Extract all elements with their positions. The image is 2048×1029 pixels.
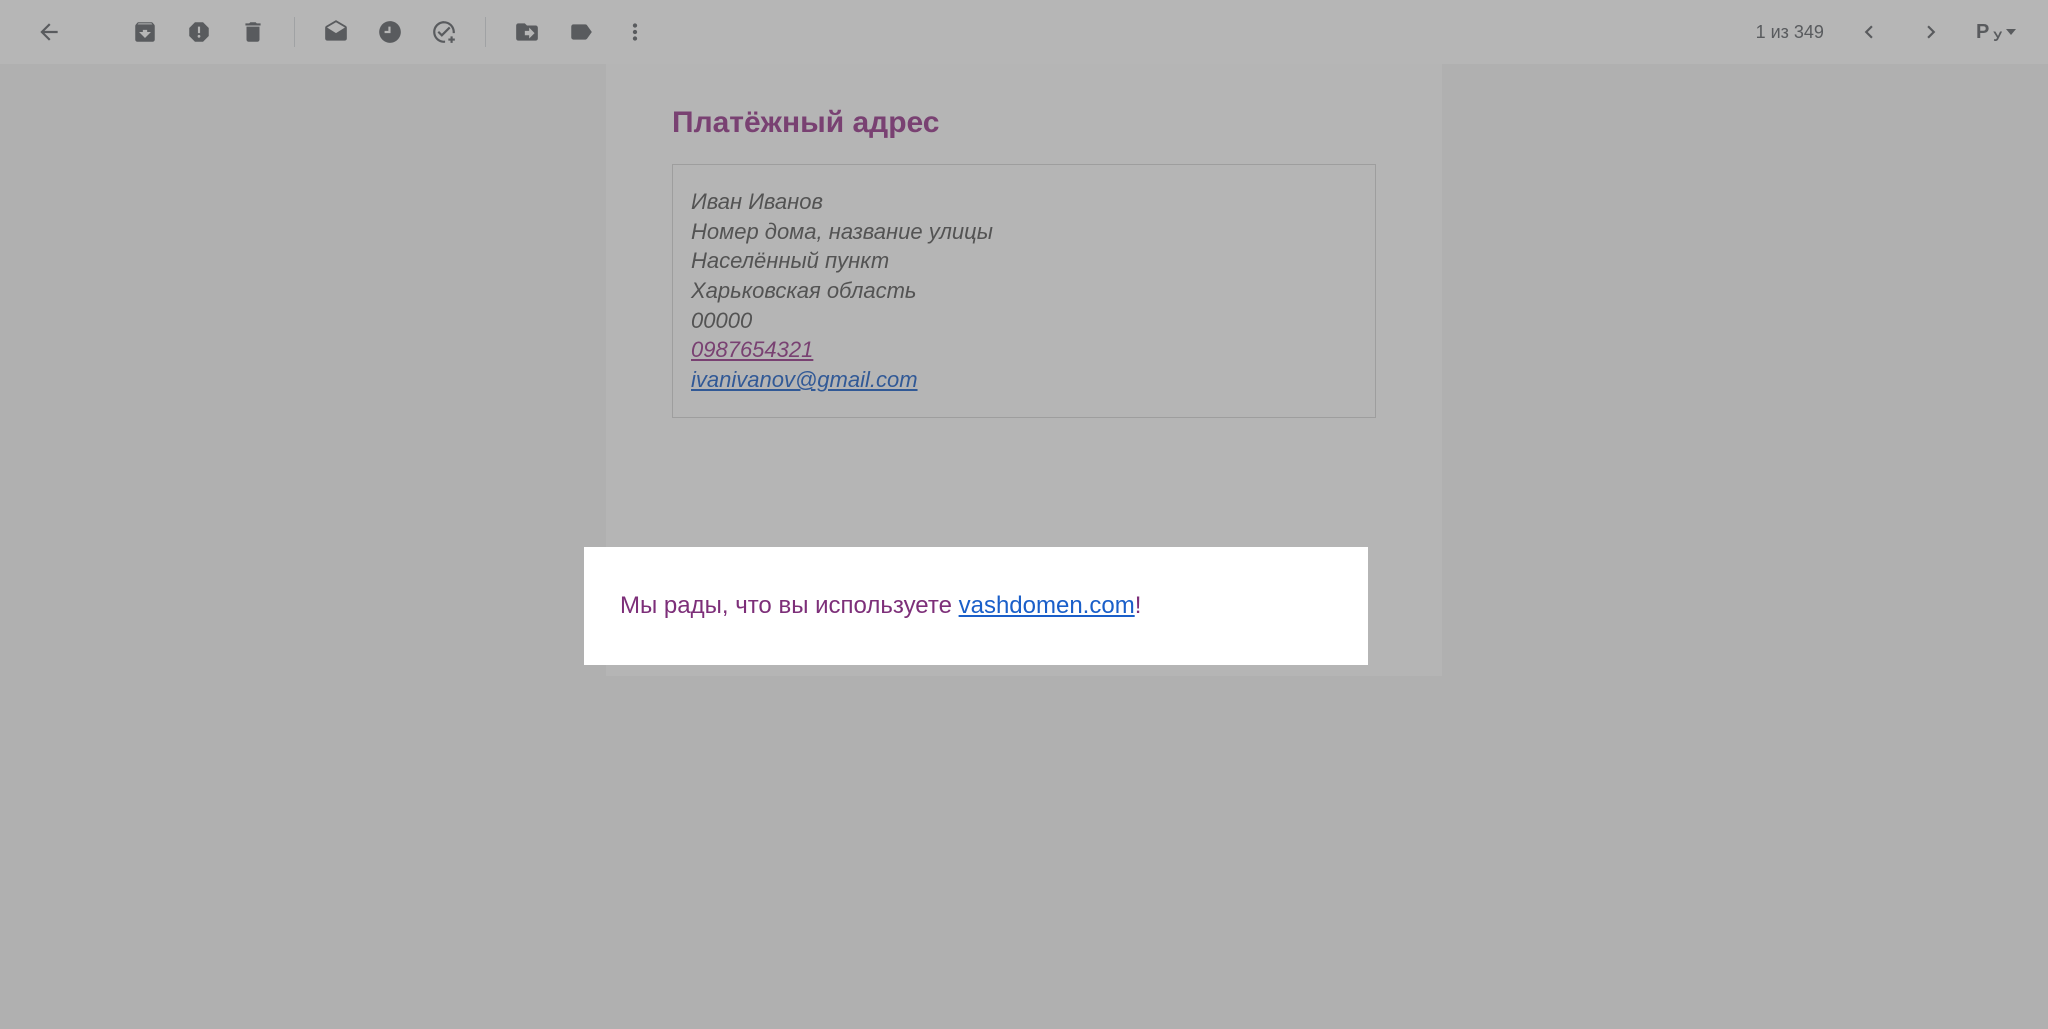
addr-street: Номер дома, название улицы bbox=[691, 217, 1357, 247]
chevron-right-icon bbox=[1918, 19, 1944, 45]
addr-name: Иван Иванов bbox=[691, 187, 1357, 217]
archive-icon bbox=[132, 19, 158, 45]
billing-address-title: Платёжный адрес bbox=[606, 64, 1442, 164]
clock-icon bbox=[377, 19, 403, 45]
caret-down-icon bbox=[2006, 29, 2016, 35]
addr-region: Харьковская область bbox=[691, 276, 1357, 306]
delete-button[interactable] bbox=[226, 5, 280, 59]
move-to-button[interactable] bbox=[500, 5, 554, 59]
labels-button[interactable] bbox=[554, 5, 608, 59]
toolbar-separator bbox=[485, 17, 486, 47]
addr-locality: Населённый пункт bbox=[691, 246, 1357, 276]
arrow-left-icon bbox=[36, 19, 62, 45]
callout-suffix: ! bbox=[1135, 592, 1142, 619]
pager-next[interactable] bbox=[1904, 5, 1958, 59]
domain-callout: Мы рады, что вы используете vashdomen.co… bbox=[584, 547, 1368, 665]
task-add-icon bbox=[431, 19, 457, 45]
input-language-button[interactable]: РУ bbox=[1966, 21, 2026, 44]
addr-phone-link[interactable]: 0987654321 bbox=[691, 337, 813, 362]
chevron-left-icon bbox=[1856, 19, 1882, 45]
report-spam-icon bbox=[186, 19, 212, 45]
addr-email-link[interactable]: ivanivanov@gmail.com bbox=[691, 367, 918, 392]
spam-button[interactable] bbox=[172, 5, 226, 59]
pager-count: 1 из 349 bbox=[1756, 22, 1824, 43]
folder-move-icon bbox=[514, 19, 540, 45]
more-button[interactable] bbox=[608, 5, 662, 59]
more-vertical-icon bbox=[622, 19, 648, 45]
pager-prev[interactable] bbox=[1842, 5, 1896, 59]
trash-icon bbox=[240, 19, 266, 45]
mark-unread-button[interactable] bbox=[309, 5, 363, 59]
snooze-button[interactable] bbox=[363, 5, 417, 59]
toolbar-separator bbox=[294, 17, 295, 47]
label-icon bbox=[568, 19, 594, 45]
lang-main: Р bbox=[1976, 21, 1989, 44]
toolbar-right: 1 из 349 РУ bbox=[1756, 5, 2026, 59]
billing-address-box: Иван Иванов Номер дома, название улицы Н… bbox=[672, 164, 1376, 418]
callout-link[interactable]: vashdomen.com bbox=[959, 592, 1135, 619]
add-to-tasks-button[interactable] bbox=[417, 5, 471, 59]
lang-sub: У bbox=[1993, 28, 2002, 44]
addr-postal: 00000 bbox=[691, 306, 1357, 336]
archive-button[interactable] bbox=[118, 5, 172, 59]
toolbar-left bbox=[22, 5, 662, 59]
mail-open-icon bbox=[323, 19, 349, 45]
back-button[interactable] bbox=[22, 5, 76, 59]
toolbar: 1 из 349 РУ bbox=[0, 0, 2048, 64]
callout-prefix: Мы рады, что вы используете bbox=[620, 592, 959, 619]
